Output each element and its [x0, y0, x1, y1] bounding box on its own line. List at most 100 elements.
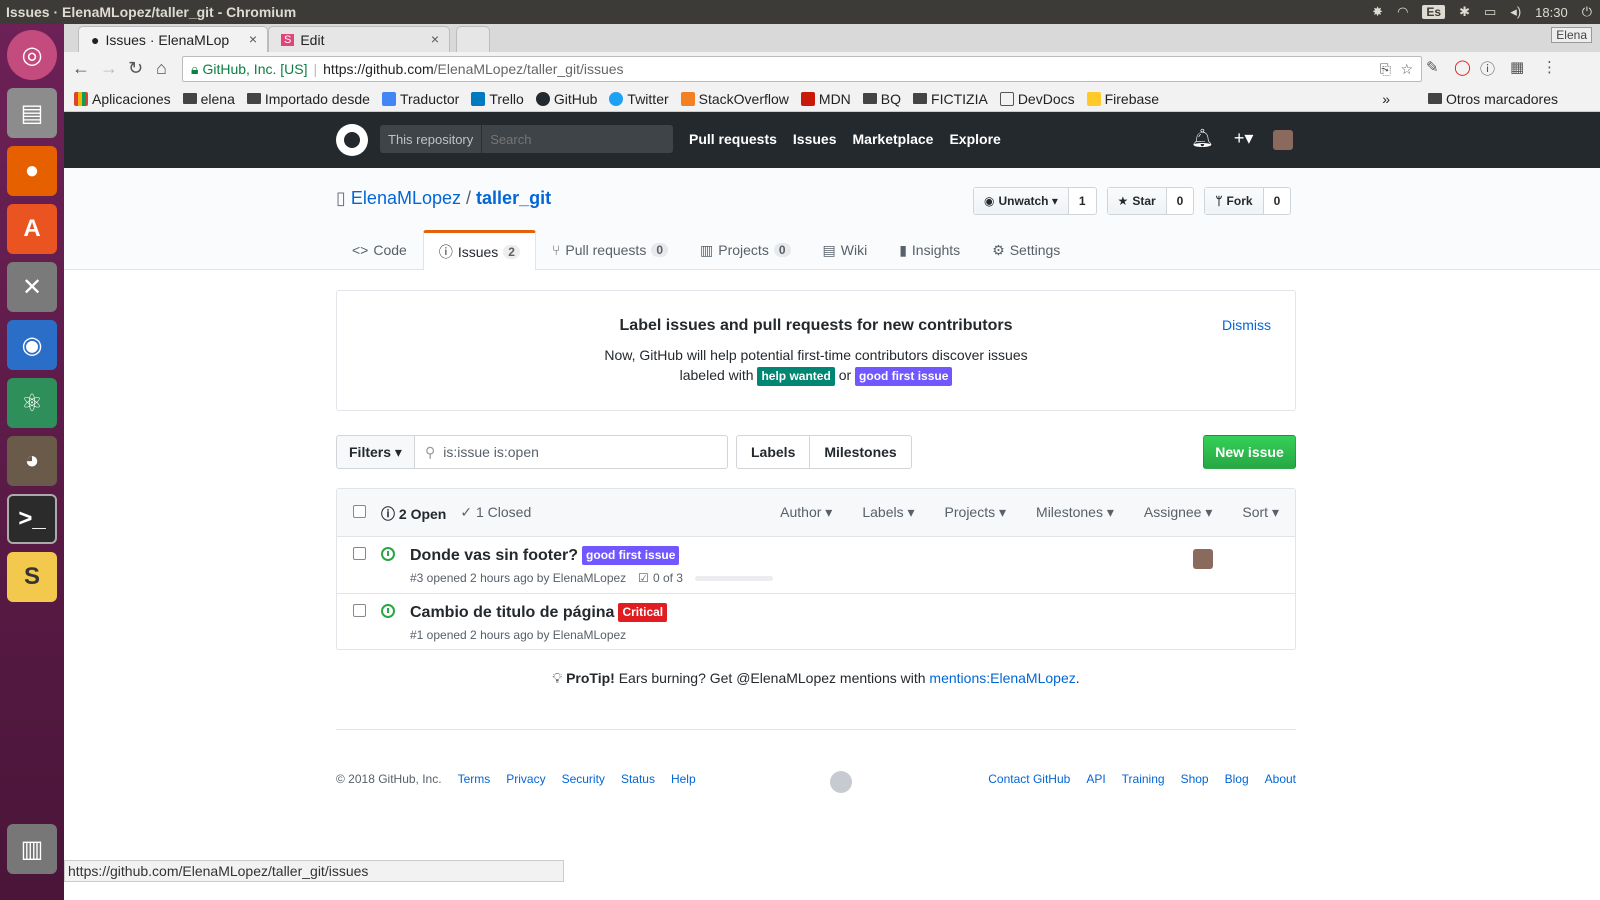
- tab-code[interactable]: <> Code: [336, 230, 423, 270]
- bookmark-stackoverflow[interactable]: StackOverflow: [680, 91, 789, 107]
- create-new-plus-icon[interactable]: +▾: [1234, 128, 1254, 150]
- bookmark-devdocs[interactable]: DevDocs: [999, 91, 1075, 107]
- issue-title-link[interactable]: Cambio de titulo de página: [410, 604, 614, 622]
- extension-pen-icon[interactable]: ✎: [1426, 58, 1439, 76]
- issue-label[interactable]: good first issue: [582, 546, 680, 565]
- bookmark-star-icon[interactable]: ☆: [1400, 61, 1413, 78]
- issues-search-input[interactable]: ⚲ is:issue is:open: [414, 435, 728, 469]
- keyboard-language[interactable]: Es: [1422, 5, 1446, 19]
- user-avatar[interactable]: [1273, 130, 1294, 150]
- clock[interactable]: 18:30: [1535, 5, 1568, 20]
- watch-count[interactable]: 1: [1069, 188, 1096, 214]
- profile-button[interactable]: Elena: [1551, 27, 1592, 43]
- bookmark-traductor[interactable]: Traductor: [381, 91, 459, 107]
- files-icon[interactable]: ▤: [7, 88, 57, 138]
- assignee-avatar[interactable]: [1193, 549, 1213, 569]
- translate-icon[interactable]: ⎘: [1380, 61, 1391, 78]
- power-icon[interactable]: ⏻: [1582, 4, 1592, 20]
- atom-icon[interactable]: ⚛: [7, 378, 57, 428]
- milestones-dropdown[interactable]: Milestones ▾: [1036, 504, 1114, 521]
- bookmark-twitter[interactable]: Twitter: [609, 91, 669, 107]
- gimp-icon[interactable]: ◕: [7, 436, 57, 486]
- open-issues-link[interactable]: ⓘ 2 Open: [381, 504, 446, 524]
- github-mark-icon[interactable]: [830, 771, 852, 793]
- select-all-checkbox[interactable]: [353, 505, 366, 518]
- volume-icon[interactable]: ◂): [1510, 4, 1521, 20]
- label-good-first-issue[interactable]: good first issue: [855, 367, 953, 386]
- repo-name-link[interactable]: taller_git: [476, 188, 551, 208]
- extension-grid-icon[interactable]: ▦: [1510, 58, 1524, 76]
- labels-dropdown[interactable]: Labels ▾: [862, 504, 914, 521]
- new-tab-button[interactable]: [456, 26, 490, 52]
- footer-link-shop[interactable]: Shop: [1181, 772, 1209, 786]
- search-input[interactable]: [482, 125, 673, 153]
- bookmark-folder-elena[interactable]: elena: [182, 91, 235, 107]
- unwatch-button[interactable]: ◉ Unwatch ▾: [974, 188, 1069, 214]
- sort-dropdown[interactable]: Sort ▾: [1242, 504, 1279, 521]
- more-bookmarks-chevron-icon[interactable]: »: [1382, 91, 1390, 107]
- back-arrow-icon[interactable]: ←: [72, 58, 90, 79]
- nav-issues[interactable]: Issues: [793, 131, 837, 147]
- tab-issues[interactable]: ● Issues · ElenaMLop ×: [78, 26, 268, 52]
- star-button[interactable]: ★ Star: [1107, 188, 1167, 214]
- tab-insights[interactable]: ▮ Insights: [883, 230, 976, 270]
- close-tab-icon[interactable]: ×: [431, 31, 439, 47]
- issue-label[interactable]: Critical: [618, 603, 668, 622]
- footer-link-about[interactable]: About: [1265, 772, 1296, 786]
- slack-icon[interactable]: S: [7, 552, 57, 602]
- issue-checkbox[interactable]: [353, 547, 366, 560]
- new-issue-button[interactable]: New issue: [1203, 435, 1296, 469]
- notification-bell-icon[interactable]: 🔔︎: [1191, 128, 1214, 150]
- footer-link-terms[interactable]: Terms: [458, 772, 491, 786]
- forward-arrow-icon[interactable]: →: [100, 58, 118, 79]
- wifi-icon[interactable]: ◠: [1397, 4, 1408, 20]
- tab-issues[interactable]: ⓘ Issues 2: [422, 230, 536, 270]
- terminal-icon[interactable]: >_: [7, 494, 57, 544]
- nav-explore[interactable]: Explore: [949, 131, 1000, 147]
- footer-link-contact[interactable]: Contact GitHub: [988, 772, 1070, 786]
- firefox-icon[interactable]: ●: [7, 146, 57, 196]
- footer-link-training[interactable]: Training: [1122, 772, 1165, 786]
- issue-checkbox[interactable]: [353, 604, 366, 617]
- bookmark-firebase[interactable]: Firebase: [1086, 91, 1159, 107]
- bookmark-folder-fictizia[interactable]: FICTIZIA: [913, 91, 988, 107]
- footer-link-blog[interactable]: Blog: [1225, 772, 1249, 786]
- dismiss-button[interactable]: Dismiss: [1222, 317, 1271, 333]
- milestones-button[interactable]: Milestones: [810, 436, 910, 468]
- menu-kebab-icon[interactable]: ⋮: [1542, 58, 1557, 76]
- labels-button[interactable]: Labels: [737, 436, 811, 468]
- issue-title-link[interactable]: Donde vas sin footer?: [410, 547, 578, 565]
- filters-dropdown[interactable]: Filters ▾: [336, 435, 415, 469]
- close-tab-icon[interactable]: ×: [249, 31, 257, 47]
- bookmark-apps[interactable]: Aplicaciones: [74, 91, 171, 107]
- bookmark-folder-importado[interactable]: Importado desde: [246, 91, 370, 107]
- bookmark-folder-otros[interactable]: Otros marcadores: [1427, 91, 1558, 107]
- reload-icon[interactable]: ↻: [128, 58, 143, 79]
- tab-projects[interactable]: ▥ Projects 0: [684, 230, 807, 270]
- system-tools-icon[interactable]: ✕: [7, 262, 57, 312]
- tab-edit[interactable]: S Edit ×: [268, 26, 450, 52]
- footer-link-help[interactable]: Help: [671, 772, 696, 786]
- settings-gear-icon[interactable]: ✸: [1372, 4, 1383, 20]
- software-center-icon[interactable]: A: [7, 204, 57, 254]
- ubuntu-dash-icon[interactable]: ◎: [7, 30, 57, 80]
- nav-pull-requests[interactable]: Pull requests: [689, 131, 777, 147]
- footer-link-privacy[interactable]: Privacy: [506, 772, 545, 786]
- address-bar[interactable]: 🔒︎ GitHub, Inc. [US] | https://github.co…: [182, 56, 1422, 82]
- tab-wiki[interactable]: ▤ Wiki: [807, 230, 884, 270]
- trash-icon[interactable]: ▥: [7, 824, 57, 874]
- bookmark-folder-bq[interactable]: BQ: [862, 91, 901, 107]
- battery-icon[interactable]: ▭: [1484, 4, 1496, 20]
- closed-issues-link[interactable]: ✓ 1 Closed: [460, 504, 531, 524]
- bookmark-trello[interactable]: Trello: [471, 91, 524, 107]
- footer-link-status[interactable]: Status: [621, 772, 655, 786]
- github-logo-icon[interactable]: [336, 124, 368, 156]
- star-count[interactable]: 0: [1167, 188, 1194, 214]
- tab-settings[interactable]: ⚙ Settings: [976, 230, 1076, 270]
- mentions-link[interactable]: mentions:ElenaMLopez: [929, 670, 1075, 686]
- nav-marketplace[interactable]: Marketplace: [853, 131, 934, 147]
- fork-count[interactable]: 0: [1264, 188, 1291, 214]
- tab-pull-requests[interactable]: ⑂ Pull requests 0: [536, 230, 684, 270]
- bluetooth-icon[interactable]: ✱: [1459, 4, 1470, 20]
- extension-info-icon[interactable]: ⓘ: [1480, 58, 1495, 79]
